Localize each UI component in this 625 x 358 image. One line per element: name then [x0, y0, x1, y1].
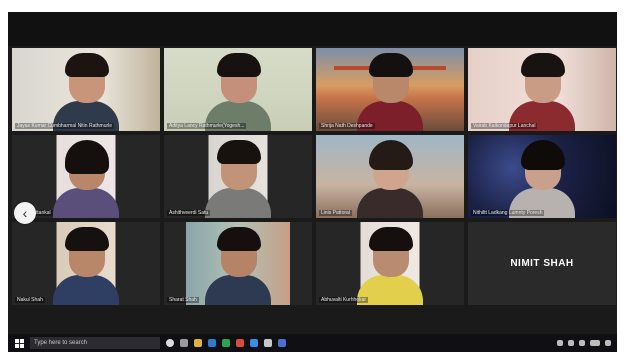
windows-taskbar: Type here to search: [8, 334, 617, 352]
participant-name: Ashithveerdi Satu: [167, 210, 211, 216]
participant-tile[interactable]: Ashithveerdi Satu: [164, 135, 312, 218]
windows-start-button[interactable]: [12, 336, 26, 350]
cortana-icon[interactable]: [166, 339, 174, 347]
participant-name: Linis Pattoral: [319, 210, 352, 216]
participant-video: [507, 140, 577, 218]
participant-tile[interactable]: Vairab Kaikondapur Lanchal: [468, 48, 616, 131]
participant-tile[interactable]: Linis Pattoral: [316, 135, 464, 218]
file-explorer-icon[interactable]: [194, 339, 202, 347]
meeting-bottom-area: [8, 318, 617, 332]
participant-tile[interactable]: Nakul Shah: [12, 222, 160, 305]
taskbar-app-icons: [166, 339, 286, 347]
participant-name: Nithiltt Ladkang Lumnty Poresh: [471, 210, 545, 216]
participant-video: [507, 53, 577, 131]
store-icon[interactable]: [222, 339, 230, 347]
chevron-left-icon: ‹: [22, 205, 28, 221]
task-view-icon[interactable]: [180, 339, 188, 347]
participant-name: Aditya Lancy Rathmurle(Yogesh...: [167, 123, 247, 129]
participant-video: [203, 140, 273, 218]
participant-video: [51, 140, 121, 218]
participant-video: [203, 53, 273, 131]
participant-name: Vairab Kaikondapur Lanchal: [471, 123, 538, 129]
battery-icon[interactable]: [579, 340, 585, 346]
participant-name: Nakul Shah: [15, 297, 45, 303]
network-icon[interactable]: [557, 340, 563, 346]
participant-video: [355, 227, 425, 305]
zoom-window: Jayas Kumar Cumbharmal Nitin Rathmurle A…: [8, 12, 617, 352]
participant-tile-active[interactable]: Sofia Pattankal: [12, 135, 160, 218]
participant-name: Abhuvalti Kurhhokar: [319, 297, 369, 303]
participant-tile-video-off[interactable]: NIMIT SHAH: [468, 222, 616, 305]
participant-tile[interactable]: Jayas Kumar Cumbharmal Nitin Rathmurle: [12, 48, 160, 131]
participant-tile[interactable]: Aditya Lancy Rathmurle(Yogesh...: [164, 48, 312, 131]
app-icon[interactable]: [278, 339, 286, 347]
notifications-icon[interactable]: [605, 340, 611, 346]
participant-tile[interactable]: Nithiltt Ladkang Lumnty Poresh: [468, 135, 616, 218]
previous-page-button[interactable]: ‹: [14, 202, 36, 224]
participant-tile[interactable]: Abhuvalti Kurhhokar: [316, 222, 464, 305]
taskbar-search-input[interactable]: Type here to search: [30, 337, 160, 349]
participant-name: Jayas Kumar Cumbharmal Nitin Rathmurle: [15, 123, 115, 129]
edge-icon[interactable]: [208, 339, 216, 347]
participant-tile[interactable]: Shrija Nath Deshpande: [316, 48, 464, 131]
zoom-app-icon[interactable]: [250, 339, 258, 347]
participant-tile[interactable]: Sharat Shah: [164, 222, 312, 305]
system-tray: [557, 340, 617, 346]
clock-widget[interactable]: [590, 340, 600, 346]
meeting-top-bar: [8, 12, 617, 46]
participant-video: [355, 140, 425, 218]
participant-name: Sharat Shah: [167, 297, 199, 303]
participant-video: [51, 227, 121, 305]
participant-video: [203, 227, 273, 305]
participant-video: [355, 53, 425, 131]
participant-name: Shrija Nath Deshpande: [319, 123, 375, 129]
chrome-icon[interactable]: [236, 339, 244, 347]
participant-display-name: NIMIT SHAH: [510, 258, 574, 269]
volume-icon[interactable]: [568, 340, 574, 346]
app-icon[interactable]: [264, 339, 272, 347]
participant-video: [51, 53, 121, 131]
gallery-grid: Jayas Kumar Cumbharmal Nitin Rathmurle A…: [8, 46, 617, 318]
windows-logo-icon: [14, 338, 24, 348]
